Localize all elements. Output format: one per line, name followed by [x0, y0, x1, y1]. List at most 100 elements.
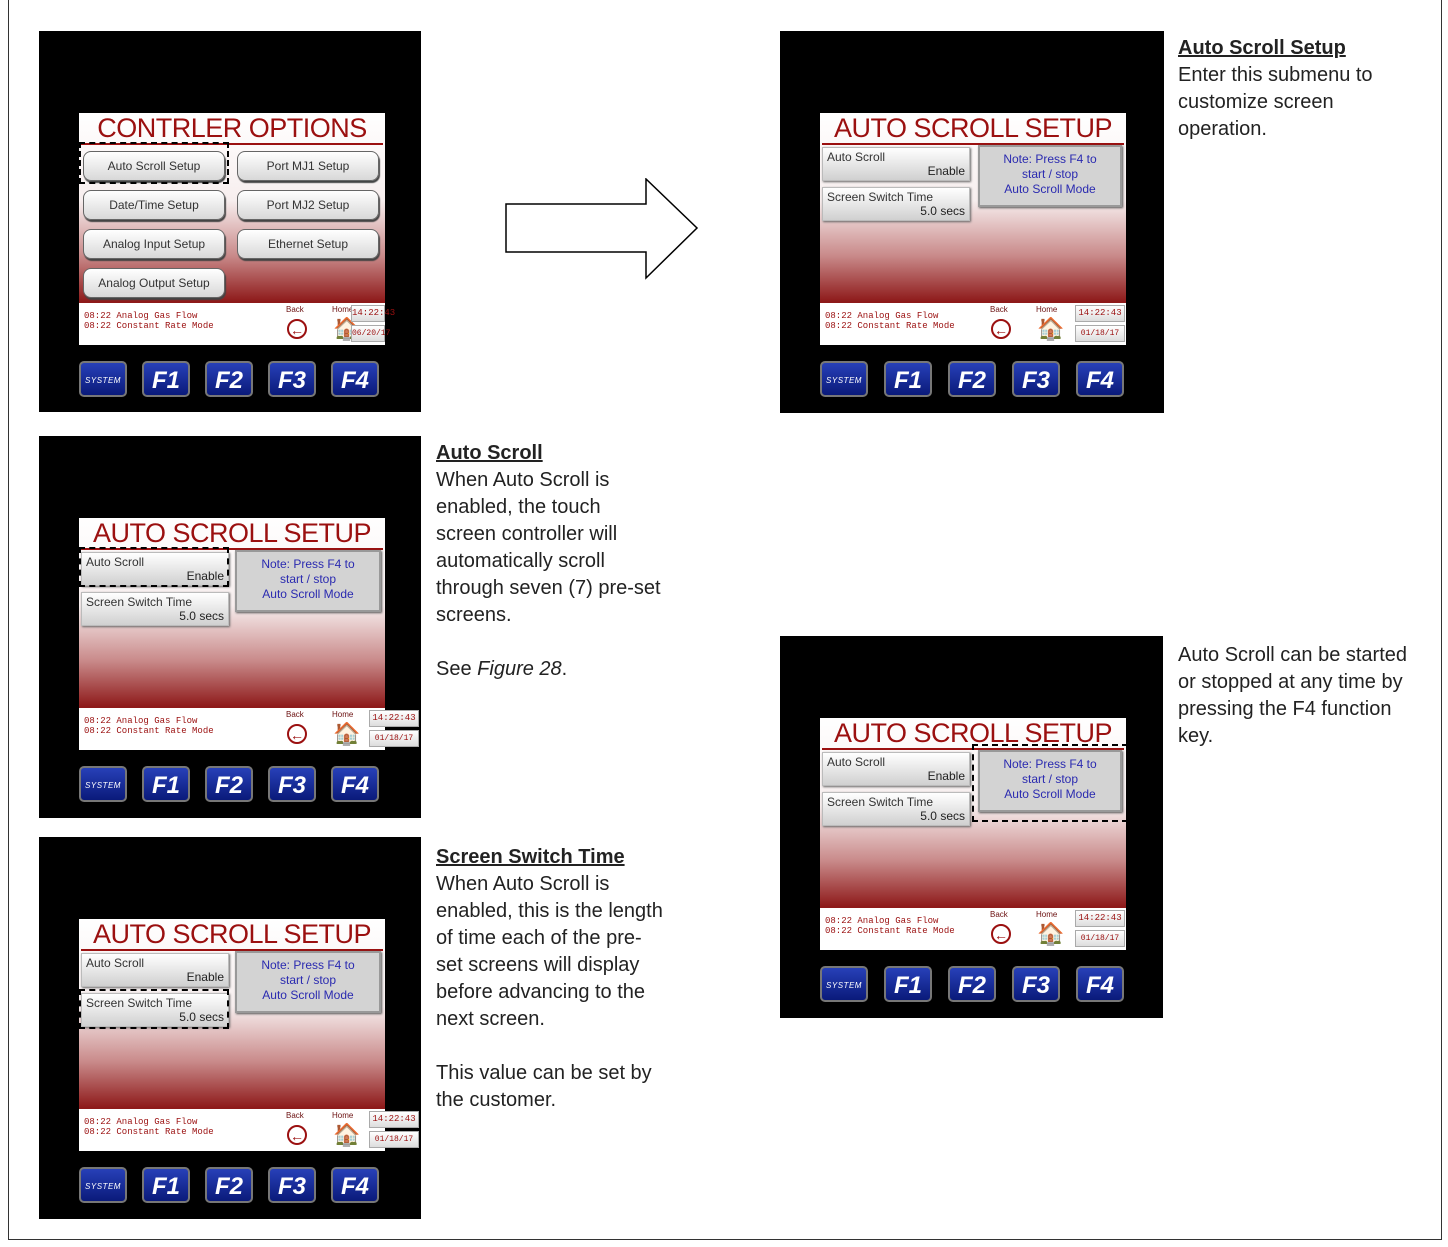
status-message-2: 08:22 Constant Rate Mode [84, 1127, 214, 1137]
back-label: Back [286, 1111, 304, 1120]
note-line-2: start / stop [279, 572, 337, 586]
f4-note: Note: Press F4 to start / stop Auto Scro… [235, 550, 381, 612]
f2-key[interactable]: F2 [948, 966, 996, 1002]
clock-date: 01/18/17 [1075, 325, 1125, 342]
system-key[interactable]: SYSTEM [820, 966, 868, 1002]
back-arrow-icon[interactable]: ← [991, 924, 1011, 944]
f4-key[interactable]: F4 [1076, 361, 1124, 397]
setup-body: Enter this submenu to customize screen o… [1178, 64, 1373, 140]
f2-key[interactable]: F2 [948, 361, 996, 397]
screen-switch-time-field[interactable]: Screen Switch Time 5.0 secs [822, 792, 970, 826]
status-message-2: 08:22 Constant Rate Mode [825, 321, 955, 331]
status-bar: 08:22 Analog Gas Flow 08:22 Constant Rate… [79, 706, 419, 750]
analog-output-setup-button[interactable]: Analog Output Setup [83, 268, 225, 298]
f1-key[interactable]: F1 [884, 361, 932, 397]
port-mj1-setup-button[interactable]: Port MJ1 Setup [237, 151, 379, 181]
f3-key[interactable]: F3 [1012, 361, 1060, 397]
auto-scroll-field[interactable]: Auto Scroll Enable [81, 953, 229, 987]
auto-scroll-label: Auto Scroll [86, 956, 145, 970]
f2-key[interactable]: F2 [205, 1167, 253, 1203]
f1-key[interactable]: F1 [142, 1167, 190, 1203]
status-message-1: 08:22 Analog Gas Flow [825, 916, 939, 926]
f4-body: Auto Scroll can be started or stopped at… [1178, 644, 1408, 747]
clock-time: 14:22:43 [1075, 910, 1125, 927]
see-suffix: . [561, 658, 568, 680]
back-arrow-icon[interactable]: ← [991, 319, 1011, 339]
f3-key[interactable]: F3 [1012, 966, 1060, 1002]
back-arrow-icon[interactable]: ← [287, 1125, 307, 1145]
port-mj2-setup-button[interactable]: Port MJ2 Setup [237, 190, 379, 220]
back-arrow-icon[interactable]: ← [287, 319, 307, 339]
auto-scroll-label: Auto Scroll [827, 150, 886, 164]
figure-reference[interactable]: Figure 28 [477, 658, 562, 680]
auto-scroll-description: Auto Scroll When Auto Scroll is enabled,… [436, 440, 666, 683]
system-key[interactable]: SYSTEM [79, 361, 127, 397]
home-icon[interactable]: 🏠 [1037, 317, 1064, 341]
screen-switch-time-field[interactable]: Screen Switch Time 5.0 secs [81, 592, 229, 626]
system-key[interactable]: SYSTEM [79, 1167, 127, 1203]
ethernet-setup-button[interactable]: Ethernet Setup [237, 229, 379, 259]
back-arrow-icon[interactable]: ← [287, 724, 307, 744]
status-bar: 08:22 Analog Gas Flow 08:22 Constant Rate… [79, 301, 395, 345]
home-icon[interactable]: 🏠 [333, 1123, 360, 1147]
status-messages: 08:22 Analog Gas Flow 08:22 Constant Rate… [84, 311, 214, 331]
clock-date: 01/18/17 [1075, 930, 1125, 947]
analog-input-setup-button[interactable]: Analog Input Setup [83, 229, 225, 259]
status-messages: 08:22 Analog Gas Flow 08:22 Constant Rate… [84, 716, 214, 736]
setup-heading: Auto Scroll Setup [1178, 37, 1346, 59]
date-time-setup-button[interactable]: Date/Time Setup [83, 190, 225, 220]
home-label: Home [1036, 305, 1058, 314]
setup-screen-auto-scroll: AUTO SCROLL SETUP Auto Scroll Enable Scr… [39, 436, 421, 818]
home-icon[interactable]: 🏠 [333, 722, 360, 746]
note-line-3: Auto Scroll Mode [1004, 182, 1096, 196]
f3-key[interactable]: F3 [268, 361, 316, 397]
f4-key[interactable]: F4 [331, 361, 379, 397]
switch-time-note: This value can be set by the customer. [436, 1062, 652, 1111]
f2-key[interactable]: F2 [205, 766, 253, 802]
f1-key[interactable]: F1 [142, 361, 190, 397]
clock-time: 14:22:43 [1075, 305, 1125, 322]
highlight-auto-scroll [79, 547, 229, 587]
switch-time-description: Screen Switch Time When Auto Scroll is e… [436, 844, 668, 1114]
status-bar: 08:22 Analog Gas Flow 08:22 Constant Rate… [820, 906, 1126, 950]
status-message-2: 08:22 Constant Rate Mode [825, 926, 955, 936]
setup-screen-f4-note: AUTO SCROLL SETUP Auto Scroll Enable Scr… [780, 636, 1163, 1018]
setup-screen-switch-time: AUTO SCROLL SETUP Auto Scroll Enable Scr… [39, 837, 421, 1219]
f3-key[interactable]: F3 [268, 766, 316, 802]
f4-note: Note: Press F4 to start / stop Auto Scro… [978, 145, 1122, 207]
f1-key[interactable]: F1 [142, 766, 190, 802]
auto-scroll-value: Enable [927, 769, 965, 783]
setup-screen-top: AUTO SCROLL SETUP Auto Scroll Enable Scr… [780, 31, 1164, 413]
options-screen: CONTRLER OPTIONS Auto Scroll Setup Port … [39, 31, 421, 412]
screen-switch-time-field[interactable]: Screen Switch Time 5.0 secs [822, 187, 970, 221]
status-messages: 08:22 Analog Gas Flow 08:22 Constant Rate… [825, 916, 955, 936]
f4-key[interactable]: F4 [331, 766, 379, 802]
system-key[interactable]: SYSTEM [79, 766, 127, 802]
f4-description: Auto Scroll can be started or stopped at… [1178, 642, 1418, 750]
system-key[interactable]: SYSTEM [820, 361, 868, 397]
home-icon[interactable]: 🏠 [1037, 922, 1064, 946]
f4-key[interactable]: F4 [331, 1167, 379, 1203]
auto-scroll-heading: Auto Scroll [436, 442, 543, 464]
switch-time-heading: Screen Switch Time [436, 846, 625, 868]
highlight-screen-switch-time [79, 989, 229, 1029]
setup-title: AUTO SCROLL SETUP [81, 518, 383, 550]
auto-scroll-value: Enable [927, 164, 965, 178]
auto-scroll-field[interactable]: Auto Scroll Enable [822, 752, 970, 786]
see-prefix: See [436, 658, 478, 680]
auto-scroll-field[interactable]: Auto Scroll Enable [822, 147, 970, 181]
status-message-1: 08:22 Analog Gas Flow [84, 1117, 198, 1127]
back-label: Back [286, 305, 304, 314]
note-line-2: start / stop [1021, 167, 1079, 181]
f1-key[interactable]: F1 [884, 966, 932, 1002]
status-bar: 08:22 Analog Gas Flow 08:22 Constant Rate… [820, 301, 1126, 345]
note-line-3: Auto Scroll Mode [262, 988, 354, 1002]
back-label: Back [990, 910, 1008, 919]
f2-key[interactable]: F2 [205, 361, 253, 397]
setup-title: AUTO SCROLL SETUP [81, 919, 383, 951]
note-line-2: start / stop [279, 973, 337, 987]
f4-key[interactable]: F4 [1076, 966, 1124, 1002]
clock-date: 01/18/17 [369, 1131, 419, 1148]
note-line-1: Note: Press F4 to [1003, 152, 1097, 166]
f3-key[interactable]: F3 [268, 1167, 316, 1203]
